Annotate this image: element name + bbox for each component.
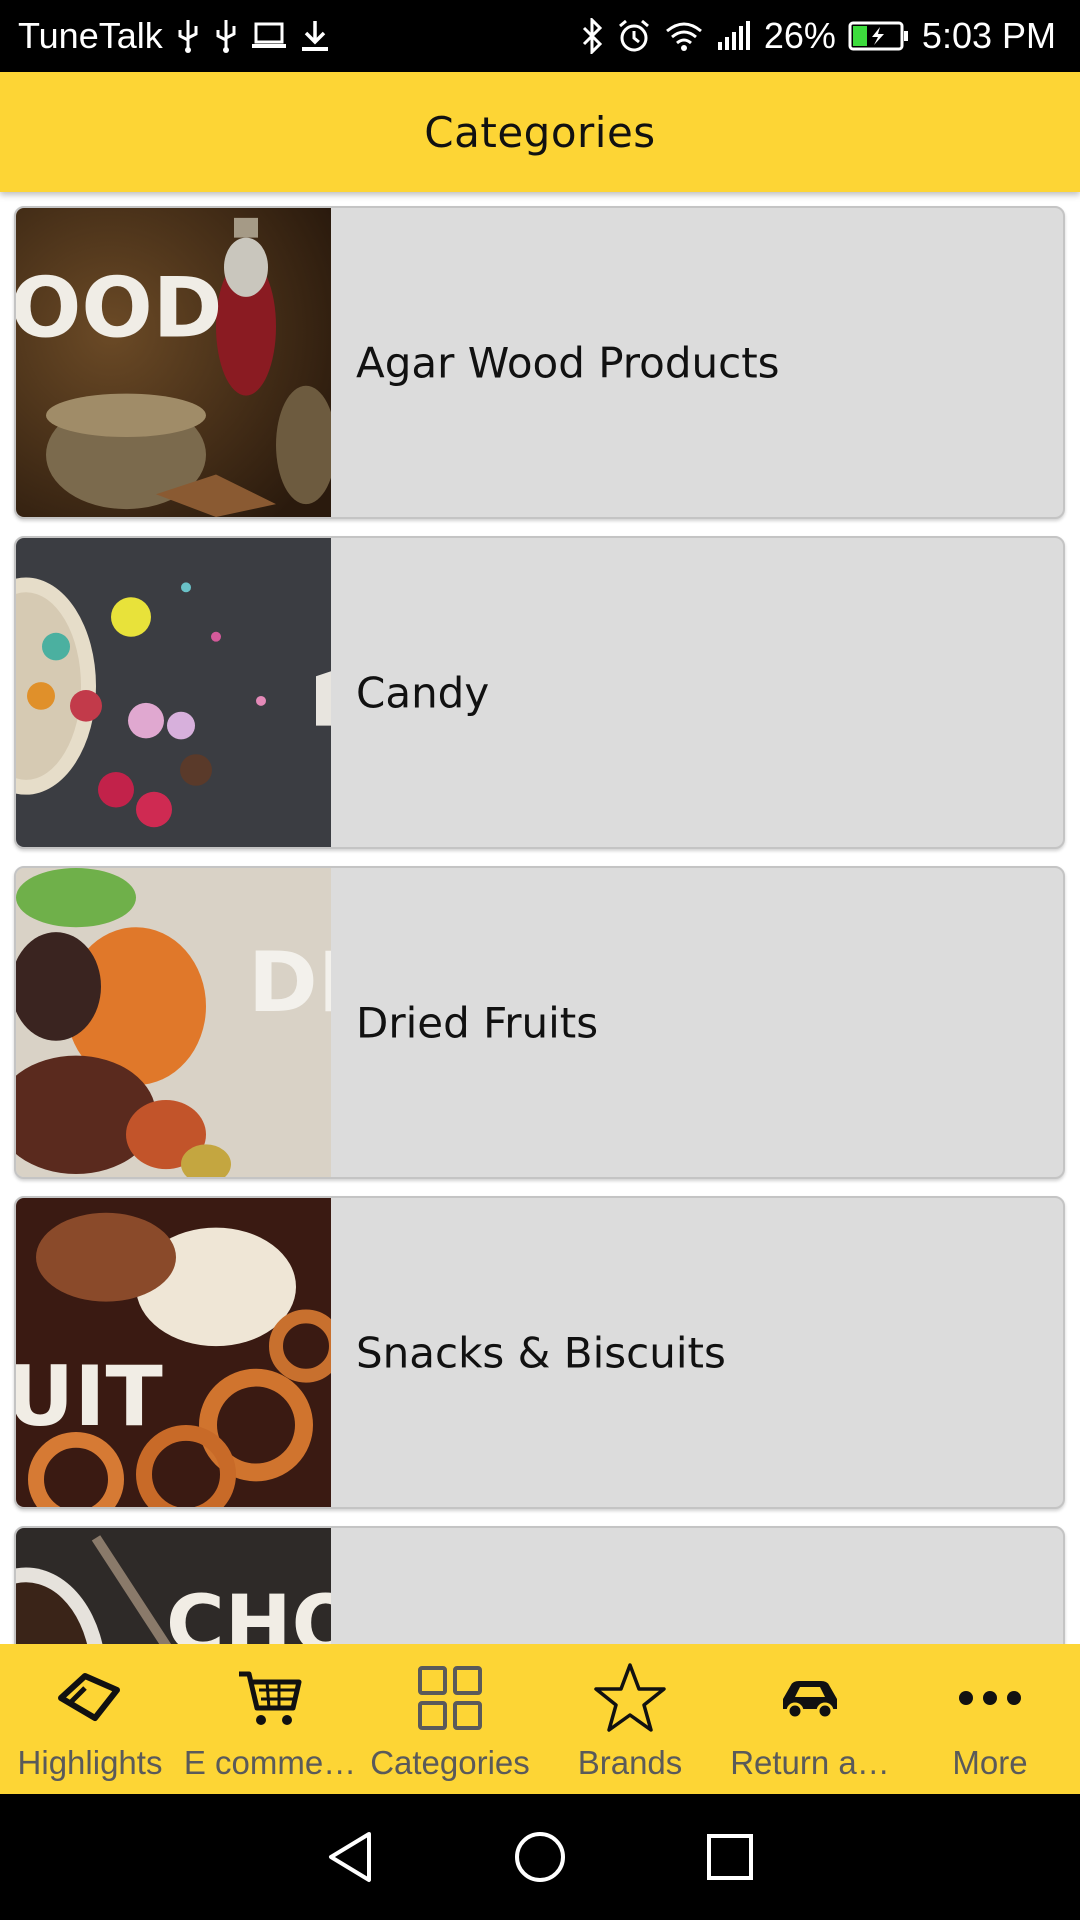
category-thumbnail: DF xyxy=(16,868,331,1177)
signal-icon xyxy=(717,21,750,50)
nav-label: Brands xyxy=(577,1744,683,1781)
alarm-icon xyxy=(618,19,649,52)
system-nav-bar xyxy=(0,1794,1080,1920)
status-bar-left: TuneTalk xyxy=(18,15,331,57)
back-icon[interactable] xyxy=(310,1817,390,1897)
nav-label: Categories xyxy=(370,1744,530,1781)
nav-item-return[interactable]: Return a… xyxy=(720,1644,900,1794)
category-label: Dried Fruits xyxy=(356,998,599,1047)
download-icon xyxy=(301,21,328,51)
thumb-text: CHOC xyxy=(166,1578,331,1644)
usb-icon xyxy=(216,20,236,53)
battery-percent: 26% xyxy=(763,15,836,56)
category-label: Candy xyxy=(356,668,490,717)
wifi-icon xyxy=(665,22,702,51)
nav-item-categories[interactable]: Categories xyxy=(360,1644,540,1794)
status-bar: TuneTalk 26% 5:03 PM xyxy=(0,0,1080,72)
usb-icon xyxy=(178,20,198,53)
status-bar-right: 26% 5:03 PM xyxy=(580,15,1056,57)
bottom-nav: Highlights E comme… Categories Brands Re… xyxy=(0,1644,1080,1794)
app-bar: Categories xyxy=(0,72,1080,192)
nav-item-highlights[interactable]: Highlights xyxy=(0,1644,180,1794)
nav-item-more[interactable]: More xyxy=(900,1644,1080,1794)
category-card-snacks-biscuits[interactable]: UIT Snacks & Biscuits xyxy=(14,1196,1065,1509)
category-card-agar-wood[interactable]: OOD Agar Wood Products xyxy=(14,206,1065,519)
nav-label: E comme… xyxy=(183,1744,357,1781)
category-list[interactable]: OOD Agar Wood Products Candy D Dried Fru… xyxy=(0,192,1080,1644)
laptop-icon xyxy=(251,22,286,48)
category-thumbnail: CHOC xyxy=(16,1528,331,1644)
carrier-name: TuneTalk xyxy=(18,15,163,56)
thumb-text: OOD xyxy=(16,260,223,356)
nav-label: More xyxy=(952,1744,1028,1781)
category-card-candy[interactable]: Candy xyxy=(14,536,1065,849)
category-thumbnail xyxy=(16,538,331,847)
recents-icon[interactable] xyxy=(690,1817,770,1897)
category-card-dried-fruits[interactable]: DF Dried Fruits xyxy=(14,866,1065,1179)
home-icon[interactable] xyxy=(500,1817,580,1897)
category-card-chocolate[interactable]: CHOC xyxy=(14,1526,1065,1644)
clock: 5:03 PM xyxy=(921,15,1056,56)
more-dots-icon xyxy=(950,1658,1030,1738)
bluetooth-icon xyxy=(582,18,602,54)
nav-label: Return a… xyxy=(730,1744,890,1781)
category-thumbnail: UIT xyxy=(16,1198,331,1507)
nav-item-brands[interactable]: Brands xyxy=(540,1644,720,1794)
category-label: Agar Wood Products xyxy=(356,338,780,387)
tag-icon xyxy=(50,1658,130,1738)
cart-icon xyxy=(230,1658,310,1738)
category-thumbnail: OOD xyxy=(16,208,331,517)
nav-item-ecommerce[interactable]: E comme… xyxy=(180,1644,360,1794)
page-title: Categories xyxy=(424,107,656,157)
thumb-text: DF xyxy=(248,935,331,1031)
thumb-text: UIT xyxy=(16,1349,163,1445)
battery-charging-icon xyxy=(848,21,908,51)
star-icon xyxy=(590,1658,670,1738)
grid-icon xyxy=(410,1658,490,1738)
category-label: Snacks & Biscuits xyxy=(356,1328,726,1377)
nav-label: Highlights xyxy=(17,1744,163,1781)
car-icon xyxy=(770,1658,850,1738)
